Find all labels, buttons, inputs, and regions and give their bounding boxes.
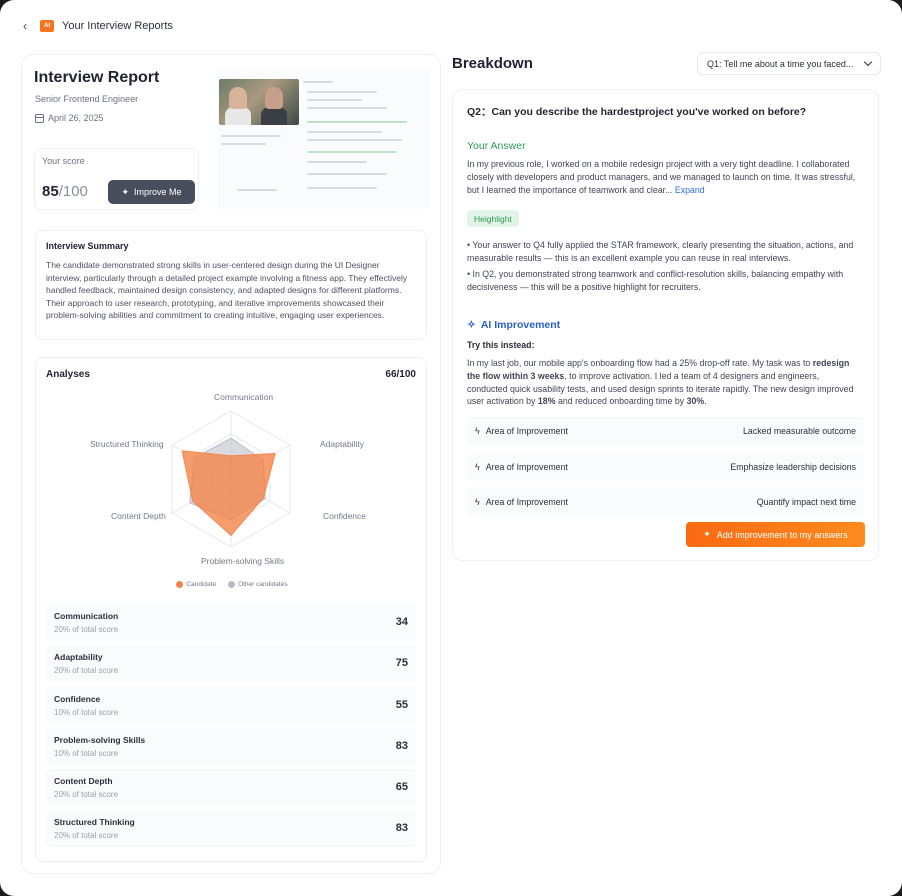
try-instead-label: Try this instead: bbox=[467, 340, 535, 350]
radar-legend: Candidate Other candidates bbox=[36, 581, 428, 588]
question-heading: Q2：Can you describe the hardestproject y… bbox=[467, 106, 807, 118]
radar-label-confidence: Confidence bbox=[323, 511, 367, 521]
your-answer-text: In my previous role, I worked on a mobil… bbox=[467, 159, 856, 195]
score-label: Your score bbox=[42, 156, 85, 166]
lightning-icon: ϟ bbox=[475, 461, 480, 472]
analyses-score: 66/100 bbox=[385, 369, 416, 380]
expand-link[interactable]: Expand bbox=[675, 185, 705, 195]
metric-row: Confidence 10% of total score 55 bbox=[46, 686, 416, 724]
metric-row: Content Depth 20% of total score 65 bbox=[46, 769, 416, 807]
report-panel: Interview Report Senior Frontend Enginee… bbox=[21, 54, 441, 874]
highlight-badge: Heighlight bbox=[467, 210, 519, 227]
improve-me-button[interactable]: ✦ Improve Me bbox=[108, 180, 195, 204]
radar-label-content-depth: Content Depth bbox=[111, 511, 166, 521]
score-value: 85/100 bbox=[42, 183, 88, 200]
back-arrow-icon[interactable]: ‹ bbox=[18, 19, 32, 33]
chevron-down-icon bbox=[863, 57, 873, 67]
metrics-list: Communication 20% of total score 34 Adap… bbox=[46, 604, 416, 852]
job-role: Senior Frontend Engineer bbox=[35, 94, 139, 104]
page-title: Your Interview Reports bbox=[62, 20, 173, 32]
metric-row: Adaptability 20% of total score 75 bbox=[46, 645, 416, 683]
interview-summary: Interview Summary The candidate demonstr… bbox=[35, 230, 427, 340]
top-bar: ‹ AI Your Interview Reports bbox=[18, 16, 173, 36]
logo: AI bbox=[40, 20, 54, 32]
improvement-area-row: ϟ Area of Improvement Quantify impact nex… bbox=[467, 488, 864, 516]
metric-row: Structured Thinking 20% of total score 8… bbox=[46, 810, 416, 848]
app-window: ‹ AI Your Interview Reports Interview Re… bbox=[0, 0, 902, 896]
highlight-list: • Your answer to Q4 fully applied the ST… bbox=[467, 239, 857, 297]
add-improvement-button[interactable]: ✦ Add improvement to my answers bbox=[686, 522, 865, 547]
analyses-title: Analyses bbox=[46, 369, 90, 380]
interview-video-thumbnail[interactable] bbox=[217, 69, 430, 209]
score-card: Your score 85/100 ✦ Improve Me bbox=[34, 148, 199, 210]
radar-label-adaptability: Adaptability bbox=[320, 439, 364, 449]
summary-text: The candidate demonstrated strong skills… bbox=[46, 260, 408, 321]
highlight-item: • Your answer to Q4 fully applied the ST… bbox=[467, 240, 854, 263]
breakdown-title: Breakdown bbox=[452, 55, 533, 72]
lightning-icon: ϟ bbox=[475, 497, 480, 507]
radar-label-problem-solving: Problem-solving Skills bbox=[201, 556, 285, 566]
ai-improvement-text: In my last job, our mobile app's onboard… bbox=[467, 358, 854, 407]
lightning-icon: ϟ bbox=[475, 426, 480, 436]
metric-row: Problem-solving Skills 10% of total scor… bbox=[46, 727, 416, 765]
radar-label-structured-thinking: Structured Thinking bbox=[90, 439, 164, 449]
summary-title: Interview Summary bbox=[46, 241, 129, 251]
radar-series-candidate bbox=[181, 450, 276, 537]
video-preview bbox=[219, 79, 299, 125]
legend-candidate: Candidate bbox=[176, 581, 216, 588]
improvement-area-row: ϟ Area of Improvement Emphasize leadershi… bbox=[467, 452, 864, 481]
ai-improvement-title: ✧ AI Improvement bbox=[467, 319, 561, 331]
report-date: April 26, 2025 bbox=[35, 113, 104, 123]
sparkle-icon: ✦ bbox=[703, 529, 711, 539]
report-title: Interview Report bbox=[34, 69, 160, 86]
radar-chart: Communication Adaptability Confidence Pr… bbox=[36, 384, 428, 599]
legend-others: Other candidates bbox=[228, 581, 288, 588]
your-answer-title: Your Answer bbox=[467, 140, 526, 152]
highlight-item: • In Q2, you demonstrated strong teamwor… bbox=[467, 269, 844, 292]
calendar-icon bbox=[35, 113, 44, 123]
radar-label-communication: Communication bbox=[214, 392, 274, 402]
analyses-card: Analyses 66/100 Communication Adaptabili… bbox=[35, 357, 427, 862]
improvement-area-row: ϟ Area of Improvement Lacked measurable o… bbox=[467, 417, 864, 445]
date-text: April 26, 2025 bbox=[48, 113, 104, 123]
question-breakdown-card: Q2：Can you describe the hardestproject y… bbox=[452, 89, 879, 561]
metric-row: Communication 20% of total score 34 bbox=[46, 604, 416, 641]
improvement-areas: ϟ Area of Improvement Lacked measurable o… bbox=[467, 417, 864, 524]
sparkle-icon: ✧ bbox=[467, 319, 476, 331]
sparkle-icon: ✦ bbox=[121, 186, 130, 197]
question-select[interactable]: Q1: Tell me about a time you faced... bbox=[697, 52, 881, 75]
